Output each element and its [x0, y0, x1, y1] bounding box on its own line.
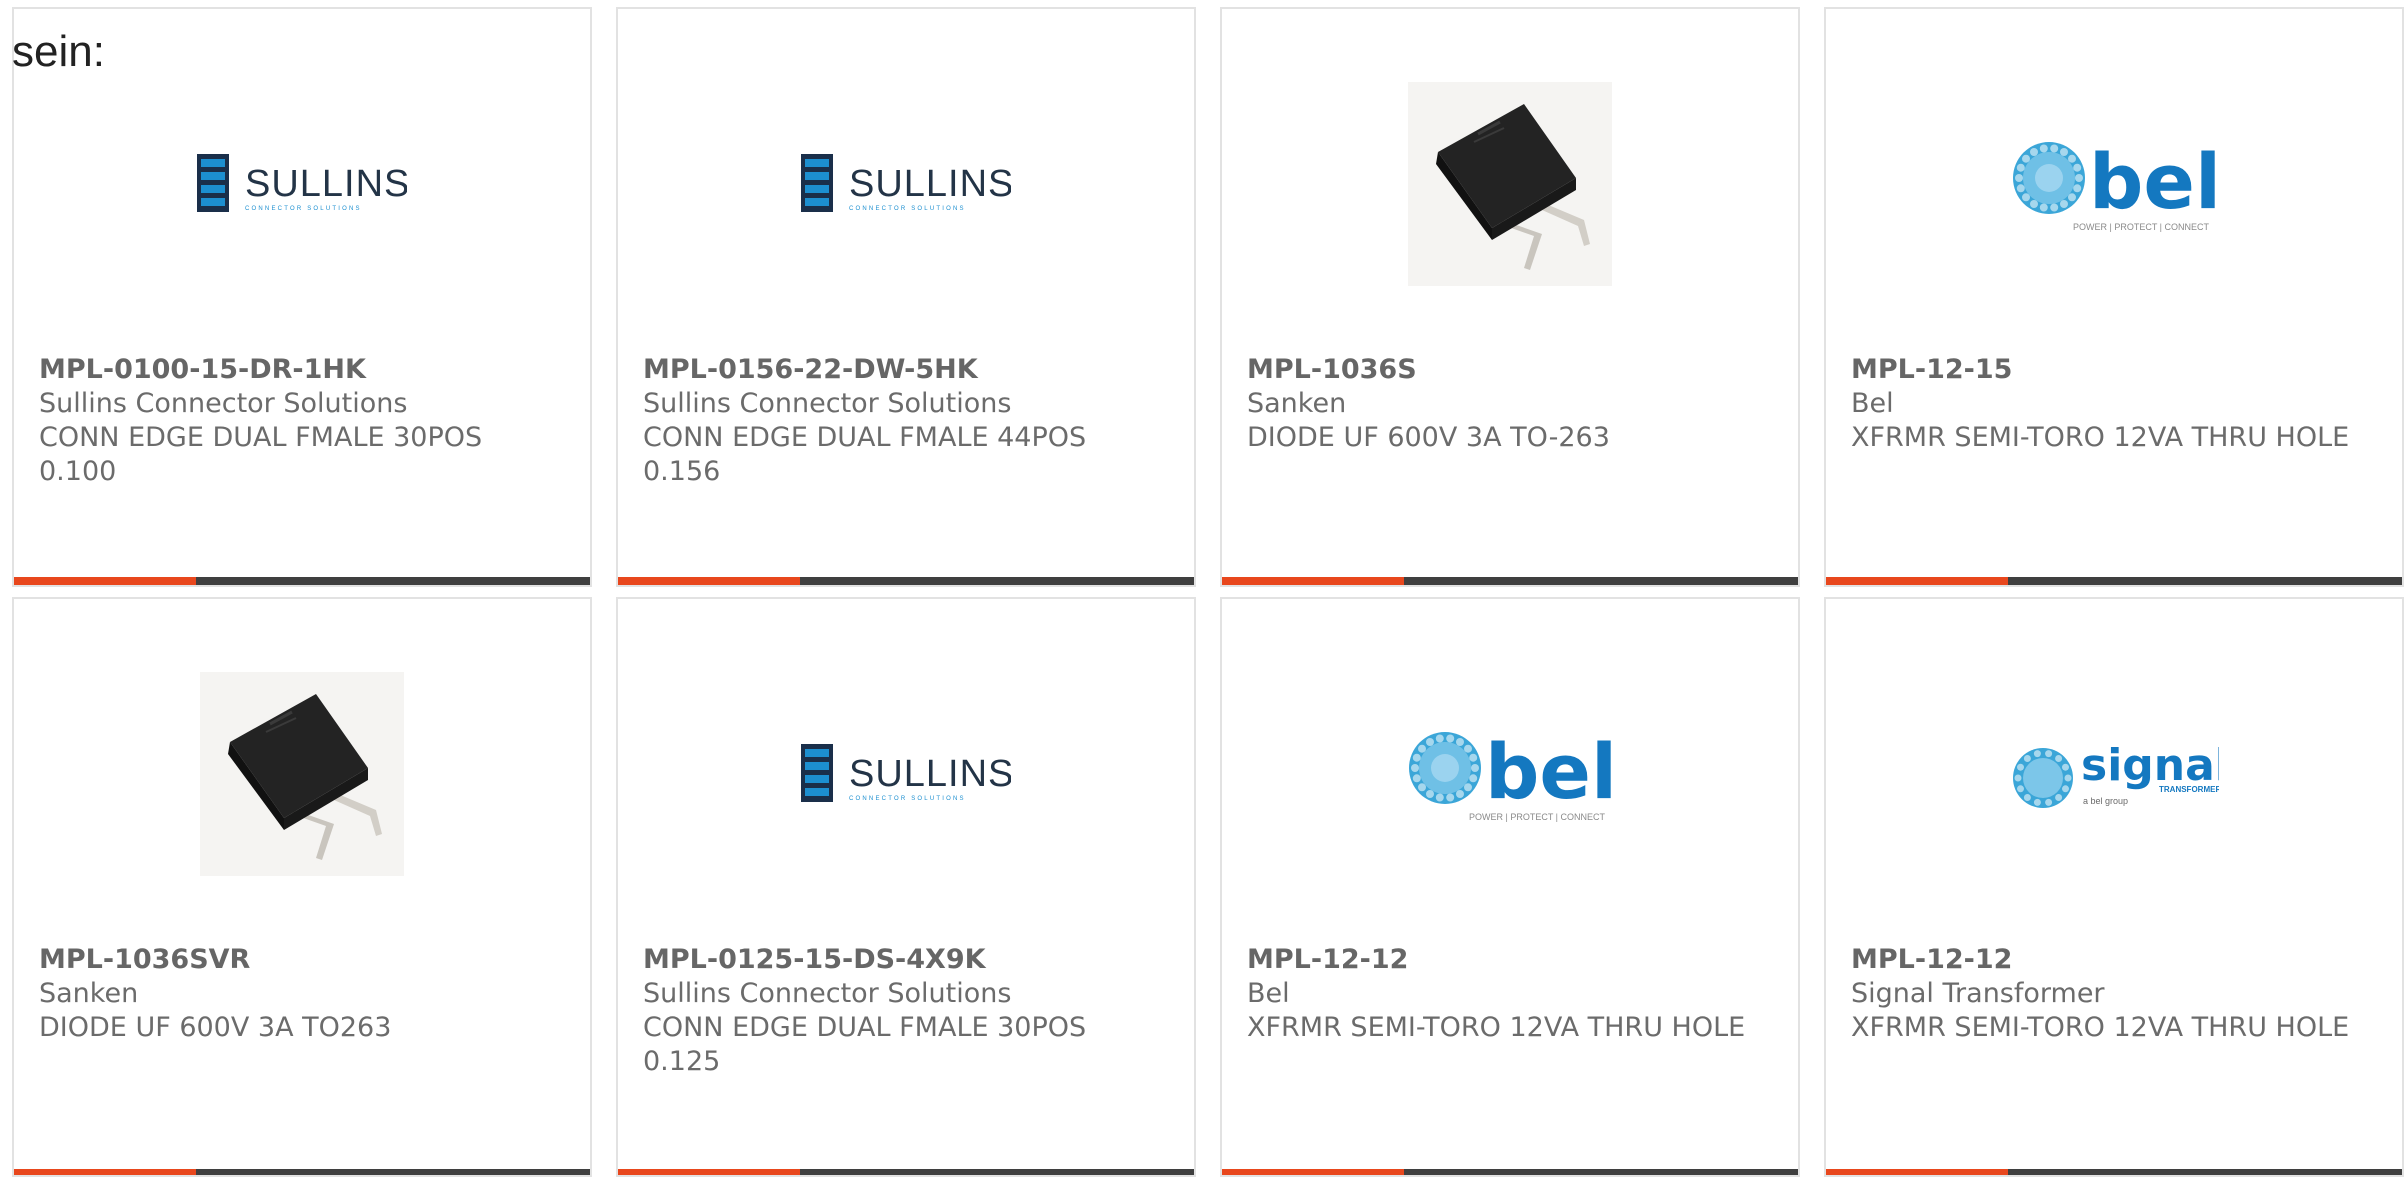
- to263-package-photo: [1408, 82, 1612, 286]
- logo-tagline: CONNECTOR SOLUTIONS: [849, 796, 966, 802]
- logo-wordmark: bel: [2089, 137, 2219, 226]
- part-number[interactable]: MPL-0125-15-DS-4X9K: [643, 943, 1169, 977]
- product-info: MPL-1036SVR Sanken DIODE UF 600V 3A TO263: [39, 943, 565, 1045]
- product-card[interactable]: SULLINS CONNECTOR SOLUTIONS MPL-0125-15-DS…: [616, 597, 1196, 1177]
- card-accent-bar: [1222, 1169, 1404, 1175]
- manufacturer-name: Signal Transformer: [1851, 978, 2105, 1009]
- sullins-logo: SULLINSCONNECTOR SOLUTIONS: [801, 154, 1011, 212]
- card-bottom-bar: [618, 577, 1194, 585]
- product-info: MPL-12-12 Signal Transformer XFRMR SEMI-TO…: [1851, 943, 2377, 1045]
- part-number[interactable]: MPL-1036SVR: [39, 943, 565, 977]
- part-number[interactable]: MPL-0100-15-DR-1HK: [39, 353, 565, 387]
- product-description: DIODE UF 600V 3A TO-263: [1247, 422, 1610, 453]
- card-bottom-bar: [1222, 577, 1798, 585]
- manufacturer-name: Bel: [1851, 388, 1894, 419]
- product-info: MPL-0156-22-DW-5HK Sullins Connector Solu…: [643, 353, 1169, 489]
- product-image[interactable]: bel POWER | PROTECT | CONNECT: [1826, 79, 2402, 289]
- part-number[interactable]: MPL-12-12: [1247, 943, 1773, 977]
- card-bottom-bar: [14, 577, 590, 585]
- product-description: CONN EDGE DUAL FMALE 30POS 0.100: [39, 422, 483, 487]
- manufacturer-name: Sullins Connector Solutions: [643, 978, 1012, 1009]
- product-image[interactable]: SULLINS CONNECTOR SOLUTIONS: [618, 79, 1194, 289]
- sullins-logo: SULLINSCONNECTOR SOLUTIONS: [197, 154, 407, 212]
- part-number[interactable]: MPL-0156-22-DW-5HK: [643, 353, 1169, 387]
- sullins-logo: SULLINSCONNECTOR SOLUTIONS: [801, 744, 1011, 802]
- logo-wordmark: bel: [1485, 727, 1615, 816]
- manufacturer-name: Bel: [1247, 978, 1290, 1009]
- manufacturer-name: Sanken: [1247, 388, 1347, 419]
- signal-transformer-logo: signalTRANSFORMER a bel group: [2013, 740, 2219, 808]
- part-number[interactable]: MPL-12-15: [1851, 353, 2377, 387]
- product-info: MPL-12-12 Bel XFRMR SEMI-TORO 12VA THRU HO…: [1247, 943, 1773, 1045]
- logo-tagline: CONNECTOR SOLUTIONS: [849, 206, 966, 212]
- product-image[interactable]: [14, 669, 590, 879]
- card-accent-bar: [14, 1169, 196, 1175]
- bel-logo: belPOWER | PROTECT | CONNECT: [2013, 137, 2219, 232]
- product-info: MPL-0125-15-DS-4X9K Sullins Connector Sol…: [643, 943, 1169, 1079]
- product-info: MPL-1036S Sanken DIODE UF 600V 3A TO-263: [1247, 353, 1773, 455]
- card-bottom-bar: [14, 1169, 590, 1175]
- product-grid: SULLINS CONNECTOR SOLUTIONS MPL-0100-15-DR…: [12, 7, 2404, 1177]
- product-description: XFRMR SEMI-TORO 12VA THRU HOLE: [1851, 422, 2350, 453]
- part-number[interactable]: MPL-1036S: [1247, 353, 1773, 387]
- product-card[interactable]: MPL-1036SVR Sanken DIODE UF 600V 3A TO263: [12, 597, 592, 1177]
- product-description: XFRMR SEMI-TORO 12VA THRU HOLE: [1247, 1012, 1746, 1043]
- product-card[interactable]: bel POWER | PROTECT | CONNECT MPL-12-12 Bel…: [1220, 597, 1800, 1177]
- card-accent-bar: [14, 577, 196, 585]
- logo-subtagline: a bel group: [2083, 796, 2128, 806]
- card-accent-bar: [1826, 577, 2008, 585]
- card-bottom-bar: [618, 1169, 1194, 1175]
- product-card[interactable]: signal TRANSFORMER a bel group MPL-12-12 Sig…: [1824, 597, 2404, 1177]
- card-bottom-bar: [1826, 1169, 2402, 1175]
- card-accent-bar: [618, 577, 800, 585]
- bel-logo: belPOWER | PROTECT | CONNECT: [1409, 727, 1615, 822]
- product-card[interactable]: SULLINS CONNECTOR SOLUTIONS MPL-0156-22-DW…: [616, 7, 1196, 587]
- product-image[interactable]: SULLINS CONNECTOR SOLUTIONS: [14, 79, 590, 289]
- logo-tagline: CONNECTOR SOLUTIONS: [245, 206, 362, 212]
- manufacturer-name: Sanken: [39, 978, 139, 1009]
- logo-wordmark: SULLINS: [245, 163, 407, 205]
- to263-package-photo: [200, 672, 404, 876]
- card-accent-bar: [1222, 577, 1404, 585]
- manufacturer-name: Sullins Connector Solutions: [643, 388, 1012, 419]
- card-bottom-bar: [1222, 1169, 1798, 1175]
- card-bottom-bar: [1826, 577, 2402, 585]
- logo-tagline: POWER | PROTECT | CONNECT: [1469, 812, 1606, 822]
- logo-tagline: TRANSFORMER: [2159, 785, 2219, 794]
- product-description: XFRMR SEMI-TORO 12VA THRU HOLE: [1851, 1012, 2350, 1043]
- part-number[interactable]: MPL-12-12: [1851, 943, 2377, 977]
- card-accent-bar: [1826, 1169, 2008, 1175]
- logo-wordmark: SULLINS: [849, 163, 1011, 205]
- product-description: CONN EDGE DUAL FMALE 44POS 0.156: [643, 422, 1087, 487]
- intro-text: sein:: [12, 27, 105, 76]
- product-image[interactable]: [1222, 79, 1798, 289]
- product-image[interactable]: bel POWER | PROTECT | CONNECT: [1222, 669, 1798, 879]
- logo-wordmark: SULLINS: [849, 753, 1011, 795]
- card-accent-bar: [618, 1169, 800, 1175]
- product-info: MPL-12-15 Bel XFRMR SEMI-TORO 12VA THRU HO…: [1851, 353, 2377, 455]
- product-card[interactable]: SULLINS CONNECTOR SOLUTIONS MPL-0100-15-DR…: [12, 7, 592, 587]
- product-card[interactable]: MPL-1036S Sanken DIODE UF 600V 3A TO-263: [1220, 7, 1800, 587]
- product-description: CONN EDGE DUAL FMALE 30POS 0.125: [643, 1012, 1087, 1077]
- product-info: MPL-0100-15-DR-1HK Sullins Connector Solu…: [39, 353, 565, 489]
- product-image[interactable]: SULLINS CONNECTOR SOLUTIONS: [618, 669, 1194, 879]
- logo-tagline: POWER | PROTECT | CONNECT: [2073, 222, 2210, 232]
- logo-wordmark: signal: [2081, 740, 2219, 791]
- product-card[interactable]: bel POWER | PROTECT | CONNECT MPL-12-15 Bel…: [1824, 7, 2404, 587]
- product-image[interactable]: signal TRANSFORMER a bel group: [1826, 669, 2402, 879]
- product-description: DIODE UF 600V 3A TO263: [39, 1012, 392, 1043]
- manufacturer-name: Sullins Connector Solutions: [39, 388, 408, 419]
